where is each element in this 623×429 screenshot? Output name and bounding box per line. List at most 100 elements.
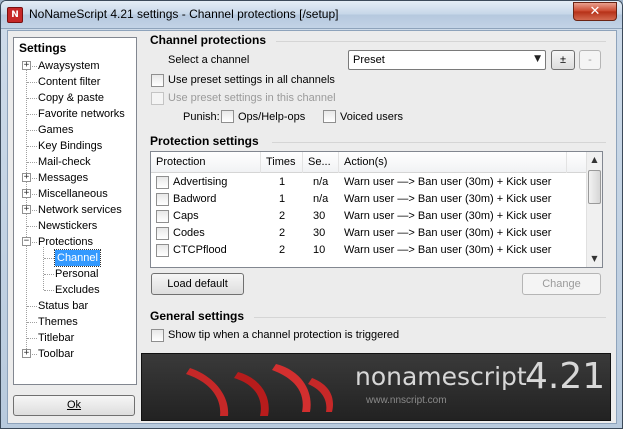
tree-connector <box>27 130 37 131</box>
collapse-icon[interactable]: − <box>22 237 31 246</box>
cell-action: Warn user —> Ban user (30m) + Kick user <box>344 193 552 205</box>
tree-item-label: Protections <box>38 236 94 248</box>
tree-connector <box>27 114 37 115</box>
tree-item-label: Mail-check <box>38 156 91 168</box>
tree-connector <box>27 226 37 227</box>
title-bar[interactable]: N NoNameScript 4.21 settings - Channel p… <box>1 1 622 29</box>
list-scrollbar[interactable]: ▲ ▼ <box>586 152 602 267</box>
column-protection[interactable]: Protection <box>151 152 261 173</box>
row-checkbox[interactable] <box>156 176 169 189</box>
cell-name: Advertising <box>173 176 228 188</box>
chevron-down-icon: ▼ <box>534 54 541 64</box>
show-tip-label: Show tip when a channel protection is tr… <box>168 329 400 341</box>
change-button[interactable]: Change <box>522 273 601 295</box>
show-tip-checkbox[interactable] <box>151 329 164 342</box>
tree-connector <box>27 162 37 163</box>
column-times[interactable]: Times <box>261 152 303 173</box>
tree-connector <box>44 290 54 291</box>
tree-connector <box>27 322 37 323</box>
tree-item-label: Personal <box>55 268 99 280</box>
cell-name: Caps <box>173 210 199 222</box>
section-divider <box>276 41 606 42</box>
cell-secs: 30 <box>313 210 326 222</box>
punish-voiced-checkbox[interactable] <box>323 110 336 123</box>
use-preset-this-label: Use preset settings in this channel <box>168 92 336 104</box>
table-row[interactable]: Codes 2 30 Warn user —> Ban user (30m) + Ki… <box>151 225 587 242</box>
window-title: NoNameScript 4.21 settings - Channel pro… <box>29 7 339 21</box>
ok-button[interactable]: Ok <box>13 395 135 416</box>
row-checkbox[interactable] <box>156 210 169 223</box>
cell-secs: 10 <box>313 244 326 256</box>
tree-item-label: Status bar <box>38 300 89 312</box>
logo-swoosh-icon <box>186 364 334 416</box>
table-row[interactable]: Caps 2 30 Warn user —> Ban user (30m) + Kic… <box>151 208 587 225</box>
ok-button-label: Ok <box>66 399 82 411</box>
use-preset-this-checkbox[interactable] <box>151 92 164 105</box>
tree-item-label: Network services <box>38 204 122 216</box>
cell-action: Warn user —> Ban user (30m) + Kick user <box>344 210 552 222</box>
cell-times: 2 <box>279 227 286 239</box>
expand-icon[interactable]: + <box>22 61 31 70</box>
tree-item-label: Excludes <box>55 284 100 296</box>
select-channel-label: Select a channel <box>168 54 250 66</box>
cell-times: 1 <box>279 176 286 188</box>
banner-url: www.nnscript.com <box>366 395 447 406</box>
cell-times: 2 <box>279 210 286 222</box>
banner-logo-text: nonamescript <box>355 362 527 391</box>
table-row[interactable]: CTCPflood 2 10 Warn user —> Ban user (30m) … <box>151 242 587 259</box>
tree-item-label: Content filter <box>38 76 101 88</box>
close-button[interactable]: ✕ <box>573 2 617 21</box>
cell-name: Codes <box>173 227 205 239</box>
expand-icon[interactable]: + <box>22 349 31 358</box>
expand-icon[interactable]: + <box>22 205 31 214</box>
tree-connector <box>27 146 37 147</box>
channel-protections-title: Channel protections <box>150 33 267 47</box>
punish-ops-checkbox[interactable] <box>221 110 234 123</box>
scroll-down-icon[interactable]: ▼ <box>587 251 602 267</box>
tree-connector <box>43 247 44 290</box>
row-checkbox[interactable] <box>156 193 169 206</box>
tree-item-label: Themes <box>38 316 78 328</box>
use-preset-all-checkbox[interactable] <box>151 74 164 87</box>
column-seconds[interactable]: Se... <box>303 152 339 173</box>
add-channel-button[interactable]: ± <box>551 50 575 70</box>
tree-connector <box>44 274 54 275</box>
settings-tree: Settings + Awaysystem Content filter Copy &… <box>13 37 137 385</box>
tree-item-label: Key Bindings <box>38 140 103 152</box>
tree-item-label: Titlebar <box>38 332 75 344</box>
cell-times: 1 <box>279 193 286 205</box>
expand-icon[interactable]: + <box>22 173 31 182</box>
tree-item-label: Miscellaneous <box>38 188 108 200</box>
tree-connector <box>27 338 37 339</box>
cell-name: Badword <box>173 193 217 205</box>
row-checkbox[interactable] <box>156 227 169 240</box>
scroll-up-icon[interactable]: ▲ <box>587 152 602 168</box>
tree-item-label: Games <box>38 124 74 136</box>
change-label: Change <box>542 278 581 290</box>
expand-icon[interactable]: + <box>22 189 31 198</box>
channel-select[interactable]: Preset ▼ <box>348 50 546 70</box>
punish-voiced-label: Voiced users <box>340 111 403 123</box>
cell-action: Warn user —> Ban user (30m) + Kick user <box>344 227 552 239</box>
protections-list[interactable]: Protection Times Se... Action(s) Adverti… <box>150 151 603 268</box>
column-actions[interactable]: Action(s) <box>339 152 567 173</box>
tree-item-label: Awaysystem <box>38 60 100 72</box>
load-default-button[interactable]: Load default <box>151 273 244 295</box>
cell-action: Warn user —> Ban user (30m) + Kick user <box>344 176 552 188</box>
settings-window: N NoNameScript 4.21 settings - Channel p… <box>0 0 623 429</box>
row-checkbox[interactable] <box>156 244 169 257</box>
branding-banner: nonamescript 4.21 www.nnscript.com <box>141 353 611 421</box>
load-default-label: Load default <box>167 278 228 290</box>
tree-connector <box>44 258 54 259</box>
tree-item-label: Messages <box>38 172 89 184</box>
tree-item-label: Channel <box>54 249 101 267</box>
use-preset-all-label: Use preset settings in all channels <box>168 74 335 86</box>
table-row[interactable]: Badword 1 n/a Warn user —> Ban user (30m) +… <box>151 191 587 208</box>
tree-item-label: Favorite networks <box>38 108 125 120</box>
banner-version: 4.21 <box>525 356 606 397</box>
tree-title: Settings <box>19 41 67 55</box>
remove-channel-button[interactable]: - <box>579 50 601 70</box>
table-row[interactable]: Advertising 1 n/a Warn user —> Ban user (30… <box>151 174 587 191</box>
section-divider <box>272 142 606 143</box>
scroll-thumb[interactable] <box>588 170 601 204</box>
